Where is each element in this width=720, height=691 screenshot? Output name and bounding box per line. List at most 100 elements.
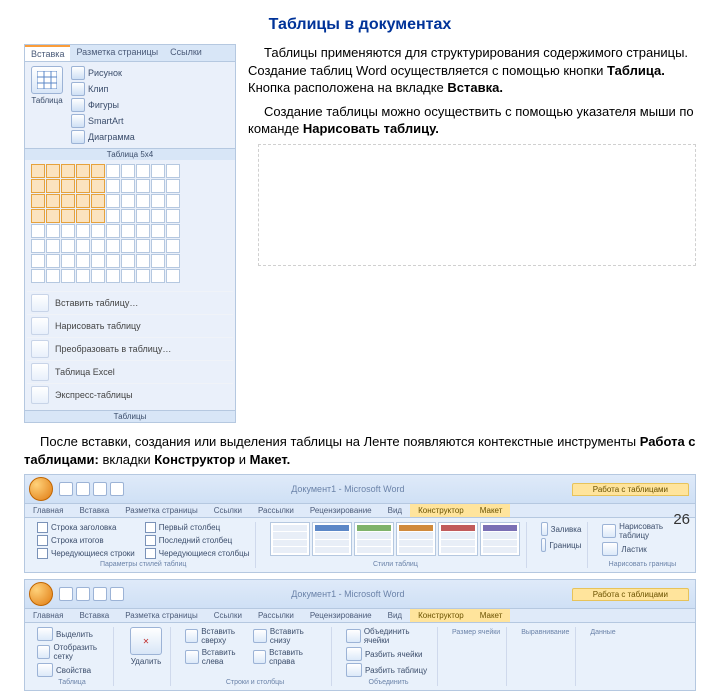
insert-right-button[interactable]: Вставить справа: [253, 648, 318, 666]
merge-cells-button[interactable]: Объединить ячейки: [346, 627, 431, 645]
insert-chart[interactable]: Диаграмма: [71, 130, 135, 144]
group-merge: Объединить: [346, 679, 431, 686]
office-orb-2[interactable]: [29, 582, 53, 606]
select-icon: [37, 627, 53, 641]
tab-review[interactable]: Рецензирование: [302, 504, 380, 517]
table-grid-picker[interactable]: [31, 164, 229, 283]
split-cells-button[interactable]: Разбить ячейки: [346, 647, 431, 661]
insert-shapes[interactable]: Фигуры: [71, 98, 135, 112]
row-below-icon: [253, 629, 267, 643]
office-orb[interactable]: [29, 477, 53, 501]
group-table: Таблица: [37, 679, 107, 686]
menu-insert-table[interactable]: Вставить таблицу…: [27, 291, 233, 314]
insert-left-button[interactable]: Вставить слева: [185, 648, 250, 666]
group-table-styles: Стили таблиц: [270, 561, 520, 568]
tab-links[interactable]: Ссылки: [164, 45, 208, 61]
menu-quick-tables[interactable]: Экспресс-таблицы: [27, 383, 233, 406]
borders-button[interactable]: Границы: [541, 538, 581, 552]
chk-total-row[interactable]: Строка итогов: [37, 535, 135, 546]
insert-clip[interactable]: Клип: [71, 82, 135, 96]
split-table-button[interactable]: Разбить таблицу: [346, 663, 431, 677]
delete-button[interactable]: ✕ Удалить: [128, 627, 164, 666]
menu-excel-table[interactable]: Таблица Excel: [27, 360, 233, 383]
paragraph-1: Таблицы применяются для структурирования…: [248, 44, 696, 97]
tab2-review[interactable]: Рецензирование: [302, 609, 380, 622]
group-rows-cols: Строки и столбцы: [185, 679, 325, 686]
tab-references[interactable]: Ссылки: [206, 504, 250, 517]
tab-view[interactable]: Вид: [380, 504, 410, 517]
paragraph-2: Создание таблицы можно осуществить с пом…: [248, 103, 696, 138]
tab-mailings[interactable]: Рассылки: [250, 504, 302, 517]
context-tab-title: Работа с таблицами: [572, 483, 689, 496]
eraser-icon: [602, 542, 618, 556]
tab2-mailings[interactable]: Рассылки: [250, 609, 302, 622]
insert-table-panel: Вставка Разметка страницы Ссылки Таблица…: [24, 44, 236, 423]
tab-layout-2[interactable]: Макет: [472, 504, 511, 517]
chk-last-col[interactable]: Последний столбец: [145, 535, 250, 546]
view-gridlines-button[interactable]: Отобразить сетку: [37, 643, 107, 661]
chk-banded-cols[interactable]: Чередующиеся столбцы: [145, 548, 250, 559]
chk-banded-rows[interactable]: Чередующиеся строки: [37, 548, 135, 559]
pencil-icon: [602, 524, 616, 538]
illustration-placeholder: [258, 144, 696, 266]
menu-draw-table[interactable]: Нарисовать таблицу: [27, 314, 233, 337]
table-icon: [31, 66, 63, 94]
page-number: 26: [673, 511, 690, 528]
group-draw-borders: Нарисовать границы: [602, 561, 682, 568]
select-button[interactable]: Выделить: [37, 627, 107, 641]
tab-home[interactable]: Главная: [25, 504, 71, 517]
insert-smartart[interactable]: SmartArt: [71, 114, 135, 128]
quick-access-toolbar-2[interactable]: [59, 587, 124, 601]
smartart-icon: [71, 114, 85, 128]
delete-icon: ✕: [130, 627, 162, 655]
convert-icon: [31, 340, 49, 358]
shading-button[interactable]: Заливка: [541, 522, 581, 536]
tab-layout[interactable]: Разметка страницы: [70, 45, 164, 61]
split-table-icon: [346, 663, 362, 677]
draw-table-icon: [31, 317, 49, 335]
gridlines-icon: [37, 645, 50, 659]
tab2-layout[interactable]: Макет: [472, 609, 511, 622]
table-button-label: Таблица: [31, 96, 62, 105]
merge-icon: [346, 629, 361, 643]
insert-table-icon: [31, 294, 49, 312]
tab2-view[interactable]: Вид: [380, 609, 410, 622]
eraser-button[interactable]: Ластик: [602, 542, 682, 556]
quick-access-toolbar[interactable]: [59, 482, 124, 496]
paragraph-3: После вставки, создания или выделения та…: [24, 433, 696, 468]
menu-convert-table[interactable]: Преобразовать в таблицу…: [27, 337, 233, 360]
group-alignment: Выравнивание: [521, 629, 569, 636]
properties-icon: [37, 663, 53, 677]
tab-insert-2[interactable]: Вставка: [71, 504, 117, 517]
draw-table-button[interactable]: Нарисовать таблицу: [602, 522, 682, 540]
ribbon-design: Документ1 - Microsoft Word Работа с табл…: [24, 474, 696, 573]
table-size-label: Таблица 5x4: [25, 148, 235, 160]
insert-below-button[interactable]: Вставить снизу: [253, 627, 318, 645]
chart-icon: [71, 130, 85, 144]
picture-icon: [71, 66, 85, 80]
tab2-design[interactable]: Конструктор: [410, 609, 472, 622]
shading-icon: [541, 522, 547, 536]
tab2-insert[interactable]: Вставка: [71, 609, 117, 622]
excel-icon: [31, 363, 49, 381]
table-button[interactable]: Таблица: [29, 66, 65, 105]
quick-tables-icon: [31, 386, 49, 404]
tab-pagelayout[interactable]: Разметка страницы: [117, 504, 206, 517]
tab-design[interactable]: Конструктор: [410, 504, 472, 517]
row-above-icon: [185, 629, 198, 643]
tab-insert[interactable]: Вставка: [25, 45, 70, 61]
table-style-gallery[interactable]: [270, 522, 520, 556]
ribbon-layout: Документ1 - Microsoft Word Работа с табл…: [24, 579, 696, 691]
page-title: Таблицы в документах: [24, 16, 696, 34]
chk-first-col[interactable]: Первый столбец: [145, 522, 250, 533]
col-right-icon: [253, 650, 266, 664]
insert-picture[interactable]: Рисунок: [71, 66, 135, 80]
insert-above-button[interactable]: Вставить сверху: [185, 627, 250, 645]
borders-icon: [541, 538, 546, 552]
properties-button[interactable]: Свойства: [37, 663, 107, 677]
tab2-references[interactable]: Ссылки: [206, 609, 250, 622]
chk-header-row[interactable]: Строка заголовка: [37, 522, 135, 533]
group-label-tables: Таблицы: [25, 410, 235, 422]
tab2-pagelayout[interactable]: Разметка страницы: [117, 609, 206, 622]
tab2-home[interactable]: Главная: [25, 609, 71, 622]
